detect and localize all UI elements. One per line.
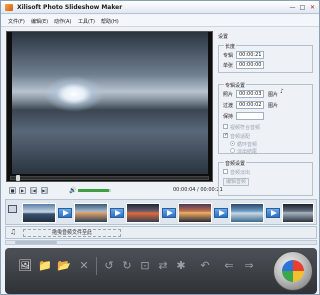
rotate-right-icon[interactable]: ↻ [119, 258, 135, 274]
transition-icon[interactable] [162, 208, 176, 218]
duration-heading: 长度 [224, 43, 237, 50]
move-right-icon[interactable]: ⇒ [241, 258, 257, 274]
app-logo-icon [5, 4, 13, 11]
add-folder-icon[interactable]: 📁 [37, 258, 53, 274]
minimize-button[interactable]: — [289, 4, 296, 11]
rotate-left-icon[interactable]: ↺ [101, 258, 117, 274]
menu-action[interactable]: 动作(A) [54, 18, 71, 25]
fit-audio-label: 音频适配 [230, 134, 251, 140]
transition-duration-label: 过渡 [223, 103, 234, 109]
menu-bar: 文件(F) 编辑(E) 动作(A) 工具(T) 帮助(H) [1, 15, 319, 27]
move-left-icon[interactable]: ⇐ [221, 258, 237, 274]
fade-end-radio[interactable] [230, 148, 235, 153]
storyboard-thumbnail[interactable] [74, 203, 108, 223]
single-duration-label: 单张 [223, 63, 234, 69]
preview-panel [6, 31, 213, 182]
audio-track: ♫ 拖曳音频文件至此 [5, 226, 317, 239]
add-photo-icon[interactable]: 🖼 [17, 258, 33, 274]
create-slideshow-button[interactable] [273, 251, 313, 291]
effect-icon[interactable]: ✱ [173, 258, 189, 274]
audio-fade-label: 音频淡出 [230, 170, 251, 176]
transition-icon[interactable] [110, 208, 124, 218]
seek-bar[interactable] [10, 176, 209, 180]
storyboard-scroll-thumb[interactable] [15, 241, 57, 244]
audio-fade-checkbox[interactable] [223, 169, 228, 174]
play-button[interactable]: ▶ [19, 187, 26, 194]
photo-track-icon [8, 205, 17, 213]
loop-audio-label: 循环音频 [237, 142, 258, 148]
photo-duration-unit: 图片 [268, 92, 279, 98]
transition-duration-field[interactable]: 00:00:02 [236, 101, 264, 109]
transition-icon[interactable] [266, 208, 280, 218]
close-button[interactable]: ✕ [309, 4, 316, 11]
add-files-icon[interactable]: 📂 [56, 258, 72, 274]
storyboard-thumbnail[interactable] [230, 203, 264, 223]
photo-duration-label: 照片 [223, 92, 234, 98]
storyboard-thumbnail[interactable] [178, 203, 212, 223]
menu-tools[interactable]: 工具(T) [78, 18, 95, 25]
storyboard-thumbnail[interactable] [126, 203, 160, 223]
audio-settings-heading: 音频设置 [224, 160, 247, 167]
music-track-icon: ♫ [10, 228, 17, 236]
window-title: Xilisoft Photo Slideshow Maker [17, 4, 123, 11]
album-settings-heading: 专辑设置 [224, 82, 247, 89]
transition-icon[interactable] [58, 208, 72, 218]
next-button[interactable]: ▶| [41, 187, 48, 194]
seek-thumb[interactable] [15, 175, 20, 181]
fit-audio-checkbox[interactable] [223, 132, 228, 138]
keep-field[interactable] [236, 112, 264, 120]
menu-edit[interactable]: 编辑(E) [31, 18, 48, 25]
crop-icon[interactable]: ⊡ [137, 258, 153, 274]
maximize-button[interactable]: □ [299, 4, 306, 11]
volume-icon[interactable]: 🔊 [69, 187, 76, 194]
storyboard-strip [5, 199, 317, 225]
app-window: Xilisoft Photo Slideshow Maker — □ ✕ 文件(… [0, 0, 320, 295]
menu-file[interactable]: 文件(F) [8, 18, 25, 25]
transition-icon[interactable] [214, 208, 228, 218]
total-duration-field[interactable]: 00:00:21 [236, 51, 264, 59]
loop-audio-radio[interactable] [230, 141, 235, 146]
photo-duration-field[interactable]: 00:00:03 [236, 90, 264, 98]
audio-drop-zone[interactable]: 拖曳音频文件至此 [23, 229, 121, 237]
storyboard-thumbnail[interactable] [22, 203, 56, 223]
fade-end-label: 淡出结尾 [237, 149, 258, 155]
preview-image [12, 32, 208, 174]
storyboard-thumbnail[interactable] [282, 203, 314, 223]
previous-button[interactable]: |◀ [30, 187, 37, 194]
volume-level [78, 189, 110, 192]
keep-label: 保持 [223, 114, 234, 120]
stop-button[interactable]: ■ [9, 187, 16, 194]
match-audio-checkbox[interactable] [223, 124, 228, 129]
match-audio-label: 视频符合音频 [230, 125, 261, 131]
music-note-icon[interactable]: ♪ [280, 88, 284, 95]
delete-icon[interactable]: ✕ [76, 258, 92, 274]
volume-slider[interactable] [78, 189, 111, 192]
title-bar: Xilisoft Photo Slideshow Maker — □ ✕ [1, 1, 319, 14]
single-duration-field[interactable]: 00:00:00 [236, 61, 264, 69]
edit-audio-button[interactable]: 编辑音频 [223, 178, 249, 186]
toolbar-divider [96, 257, 97, 275]
settings-heading: 设置 [218, 34, 229, 40]
transition-duration-unit: 图片 [268, 103, 279, 109]
create-slideshow-icon [282, 260, 304, 282]
undo-icon[interactable]: ↶ [197, 258, 213, 274]
total-duration-label: 专辑 [223, 53, 234, 59]
transition-icon[interactable]: ⇄ [155, 258, 171, 274]
menu-help[interactable]: 帮助(H) [101, 18, 119, 25]
settings-panel: 设置 长度 专辑 00:00:21 单张 00:00:00 专辑设置 照片 00… [216, 31, 316, 199]
